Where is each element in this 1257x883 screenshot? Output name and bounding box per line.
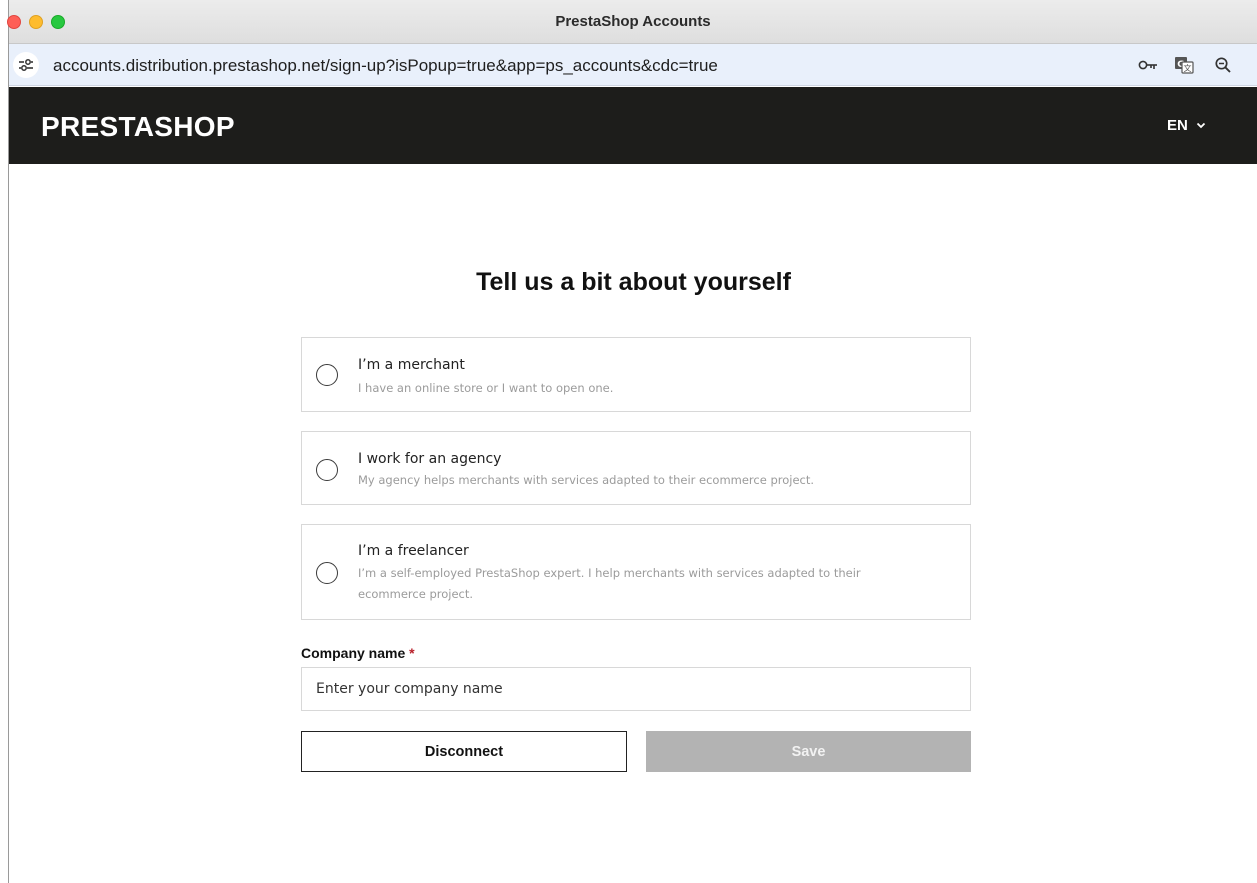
key-icon[interactable]: [1137, 54, 1159, 76]
zoom-icon[interactable]: [1212, 54, 1234, 76]
disconnect-button[interactable]: Disconnect: [301, 731, 627, 772]
translate-icon[interactable]: G 文: [1173, 54, 1195, 76]
language-selector[interactable]: EN: [1167, 117, 1206, 134]
site-header: PRESTASHOP EN: [9, 87, 1257, 164]
option-title: I’m a freelancer: [358, 543, 469, 559]
chevron-down-icon: [1196, 122, 1205, 129]
company-name-label-text: Company name: [301, 645, 406, 661]
radio-button[interactable]: [316, 562, 338, 584]
option-agency[interactable]: I work for an agency My agency helps mer…: [301, 431, 971, 505]
svg-text:文: 文: [1184, 63, 1192, 73]
option-merchant[interactable]: I’m a merchant I have an online store or…: [301, 337, 971, 412]
prestashop-logo[interactable]: PRESTASHOP: [41, 111, 235, 143]
option-description: My agency helps merchants with services …: [358, 473, 815, 487]
browser-window: PrestaShop Accounts accounts.distributio…: [7, 0, 1257, 883]
title-bar: PrestaShop Accounts: [7, 0, 1257, 44]
option-title: I’m a merchant: [358, 357, 465, 373]
required-marker: *: [409, 645, 415, 661]
site-settings-icon[interactable]: [13, 52, 39, 78]
save-button[interactable]: Save: [646, 731, 971, 772]
company-name-input[interactable]: [301, 667, 971, 711]
option-description: I’m a self-employed PrestaShop expert. I…: [358, 566, 861, 601]
option-freelancer[interactable]: I’m a freelancer I’m a self-employed Pre…: [301, 524, 971, 620]
option-description: I have an online store or I want to open…: [358, 381, 614, 395]
radio-button[interactable]: [316, 364, 338, 386]
language-label: EN: [1167, 117, 1188, 134]
url-text[interactable]: accounts.distribution.prestashop.net/sig…: [53, 56, 718, 76]
page-title: Tell us a bit about yourself: [476, 268, 791, 296]
radio-button[interactable]: [316, 459, 338, 481]
option-title: I work for an agency: [358, 451, 502, 467]
window-title: PrestaShop Accounts: [555, 13, 711, 30]
address-bar: accounts.distribution.prestashop.net/sig…: [9, 44, 1257, 86]
company-name-label: Company name *: [301, 645, 415, 661]
